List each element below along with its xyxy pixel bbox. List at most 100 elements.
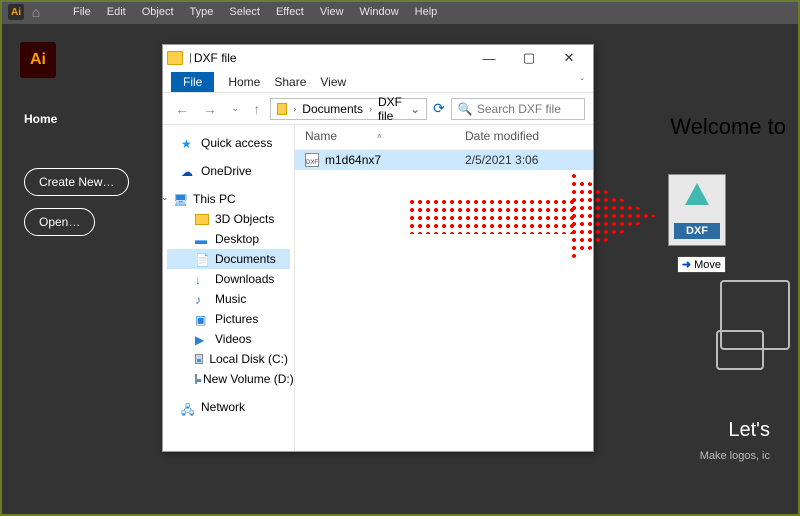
breadcrumb-dropdown-icon[interactable]: ⌄: [410, 102, 420, 116]
home-icon[interactable]: ⌂: [28, 4, 44, 20]
move-arrow-icon: ➜: [682, 258, 691, 271]
menu-file[interactable]: File: [66, 4, 98, 20]
nav-label: This PC: [193, 192, 236, 206]
nav-documents[interactable]: 📄 Documents: [167, 249, 290, 269]
dxf-drop-target[interactable]: DXF: [668, 174, 726, 246]
sort-asc-icon[interactable]: ˄: [377, 132, 382, 141]
breadcrumb-folder[interactable]: DXF file: [378, 95, 406, 123]
ribbon-home[interactable]: Home: [228, 75, 260, 89]
search-icon: 🔍: [458, 102, 473, 116]
explorer-addressbar: ← → ⌄ ↑ › Documents › DXF file ⌄ ⟳ 🔍 Sea…: [163, 93, 593, 125]
nav-label: OneDrive: [201, 164, 252, 178]
file-list-header: Name ˄ Date modified: [295, 125, 593, 150]
breadcrumb-folder-icon: [277, 103, 287, 115]
explorer-nav-pane: ★Quick access ☁OneDrive 🖥This PC 3D Obje…: [163, 125, 295, 451]
downloads-icon: ↓: [195, 273, 209, 285]
minimize-button[interactable]: —: [469, 47, 509, 69]
ai-logo-badge: Ai: [20, 42, 56, 78]
nav-new-volume-d[interactable]: New Volume (D:): [167, 369, 290, 389]
explorer-body: ★Quick access ☁OneDrive 🖥This PC 3D Obje…: [163, 125, 593, 451]
table-row[interactable]: DXF m1d64nx7 2/5/2021 3:06: [295, 150, 593, 170]
search-placeholder: Search DXF file: [477, 102, 561, 116]
nav-label: Documents: [215, 252, 276, 266]
nav-up-icon[interactable]: ↑: [249, 101, 264, 117]
dxf-ext-label: DXF: [674, 223, 720, 239]
menu-view[interactable]: View: [313, 4, 351, 20]
nav-label: Pictures: [215, 312, 258, 326]
move-tooltip: ➜ Move: [677, 256, 726, 273]
file-name: m1d64nx7: [325, 153, 465, 167]
nav-network[interactable]: 🖧 Network: [167, 397, 290, 417]
nav-label: Local Disk (C:): [209, 352, 288, 366]
nav-recent-icon[interactable]: ⌄: [227, 103, 243, 114]
refresh-icon[interactable]: ⟳: [433, 100, 445, 117]
nav-label: 3D Objects: [215, 212, 274, 226]
music-icon: ♪: [195, 293, 209, 305]
lets-heading: Let's: [728, 419, 770, 442]
chevron-right-icon[interactable]: ›: [291, 104, 298, 114]
dxf-file-icon: DXF: [305, 153, 319, 167]
nav-label: Desktop: [215, 232, 259, 246]
nav-label: New Volume (D:): [203, 372, 294, 386]
autodesk-icon: [685, 183, 709, 205]
nav-label: Downloads: [215, 272, 274, 286]
folder-icon: [167, 51, 183, 65]
close-button[interactable]: ✕: [549, 47, 589, 69]
nav-videos[interactable]: ▶ Videos: [167, 329, 290, 349]
nav-local-disk-c[interactable]: Local Disk (C:): [167, 349, 290, 369]
menu-type[interactable]: Type: [183, 4, 221, 20]
menu-effect[interactable]: Effect: [269, 4, 311, 20]
maximize-button[interactable]: ▢: [509, 47, 549, 69]
chevron-right-icon[interactable]: ›: [367, 104, 374, 114]
menu-edit[interactable]: Edit: [100, 4, 133, 20]
breadcrumb-documents[interactable]: Documents: [302, 102, 363, 116]
folder-icon: [195, 214, 209, 225]
star-icon: ★: [181, 137, 195, 149]
nav-pictures[interactable]: ▣ Pictures: [167, 309, 290, 329]
col-date[interactable]: Date modified: [465, 129, 583, 143]
nav-3d-objects[interactable]: 3D Objects: [167, 209, 290, 229]
create-new-button[interactable]: Create New…: [24, 168, 129, 196]
menu-help[interactable]: Help: [408, 4, 445, 20]
welcome-heading: Welcome to: [670, 114, 786, 140]
menu-object[interactable]: Object: [135, 4, 181, 20]
ai-menu: File Edit Object Type Select Effect View…: [66, 4, 444, 20]
desktop-icon: ▬: [195, 233, 209, 245]
move-tooltip-text: Move: [694, 259, 721, 271]
window-title: DXF file: [194, 51, 237, 65]
ai-menubar: Ai ⌂ File Edit Object Type Select Effect…: [0, 0, 800, 24]
nav-forward-icon[interactable]: →: [199, 101, 221, 117]
nav-label: Network: [201, 400, 245, 414]
breadcrumb[interactable]: › Documents › DXF file ⌄: [270, 98, 427, 120]
file-date: 2/5/2021 3:06: [465, 153, 583, 167]
nav-downloads[interactable]: ↓ Downloads: [167, 269, 290, 289]
decorative-image-icon: [716, 330, 764, 370]
search-input[interactable]: 🔍 Search DXF file: [451, 98, 585, 120]
ribbon-share[interactable]: Share: [274, 75, 306, 89]
menu-select[interactable]: Select: [222, 4, 267, 20]
videos-icon: ▶: [195, 333, 209, 345]
file-explorer-window[interactable]: | DXF file — ▢ ✕ File Home Share View ⌄ …: [162, 44, 594, 452]
ribbon-view[interactable]: View: [320, 75, 346, 89]
explorer-titlebar[interactable]: | DXF file — ▢ ✕: [163, 45, 593, 71]
open-button[interactable]: Open…: [24, 208, 95, 236]
network-icon: 🖧: [181, 401, 195, 413]
nav-back-icon[interactable]: ←: [171, 101, 193, 117]
nav-this-pc[interactable]: 🖥This PC: [167, 189, 290, 209]
col-name[interactable]: Name: [305, 129, 337, 143]
menu-window[interactable]: Window: [353, 4, 406, 20]
tab-home[interactable]: Home: [24, 112, 57, 126]
pictures-icon: ▣: [195, 313, 209, 325]
titlebar-sep: |: [189, 52, 192, 64]
ribbon-file[interactable]: File: [171, 72, 214, 92]
disk-icon: [195, 354, 203, 364]
nav-quick-access[interactable]: ★Quick access: [167, 133, 290, 153]
ribbon-expand-icon[interactable]: ⌄: [579, 74, 585, 82]
nav-onedrive[interactable]: ☁OneDrive: [167, 161, 290, 181]
nav-label: Videos: [215, 332, 251, 346]
nav-desktop[interactable]: ▬ Desktop: [167, 229, 290, 249]
ai-logo-icon: Ai: [8, 4, 24, 20]
documents-icon: 📄: [195, 253, 209, 265]
explorer-file-list[interactable]: Name ˄ Date modified DXF m1d64nx7 2/5/20…: [295, 125, 593, 451]
nav-music[interactable]: ♪Music: [167, 289, 290, 309]
